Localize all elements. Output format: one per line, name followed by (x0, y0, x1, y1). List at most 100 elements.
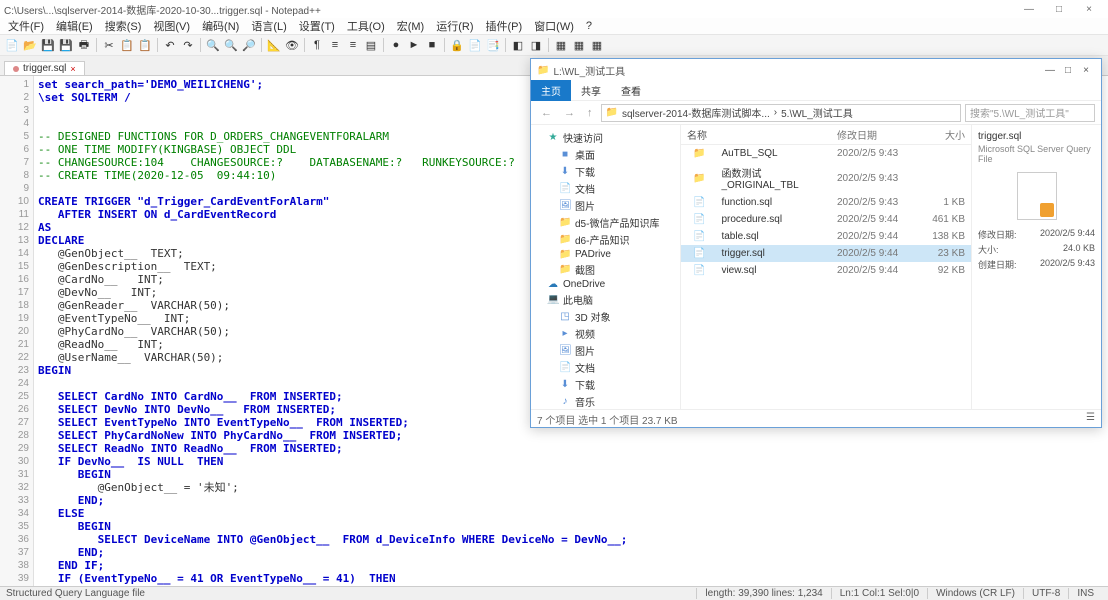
menu-item[interactable]: 插件(P) (480, 18, 529, 34)
toolbar-button-icon[interactable]: 📋 (119, 37, 135, 53)
code-line[interactable]: END IF; (38, 559, 1108, 572)
toolbar-button-icon[interactable]: ✂ (101, 37, 117, 53)
code-line[interactable]: ELSE (38, 507, 1108, 520)
toolbar-button-icon[interactable]: ▤ (363, 37, 379, 53)
column-date[interactable]: 修改日期 (831, 125, 921, 144)
ribbon-tab[interactable]: 查看 (611, 80, 651, 101)
nav-up-icon[interactable]: ↑ (583, 107, 597, 119)
file-list-row[interactable]: 📁函数测试_ORIGINAL_TBL2020/2/5 9:43 (681, 162, 971, 194)
breadcrumb-segment[interactable]: sqlserver-2014-数据库测试脚本... (622, 105, 770, 120)
menu-item[interactable]: 设置(T) (293, 18, 341, 34)
toolbar-button-icon[interactable]: ¶ (309, 37, 325, 53)
menu-item[interactable]: 宏(M) (391, 18, 431, 34)
file-list-row[interactable]: 📄procedure.sql2020/2/5 9:44461 KB (681, 211, 971, 228)
sidebar-tree-item[interactable]: 💻此电脑 (531, 291, 680, 308)
toolbar-button-icon[interactable]: ▦ (571, 37, 587, 53)
toolbar-button-icon[interactable]: ■ (424, 37, 440, 53)
menu-item[interactable]: 编辑(E) (50, 18, 99, 34)
toolbar-button-icon[interactable]: ▦ (553, 37, 569, 53)
menu-item[interactable]: ? (580, 20, 598, 32)
toolbar-button-icon[interactable]: 🔍 (205, 37, 221, 53)
menu-item[interactable]: 运行(R) (430, 18, 479, 34)
sidebar-tree-item[interactable]: ⬇下载 (531, 163, 680, 180)
sidebar-tree-item[interactable]: 🖼图片 (531, 197, 680, 214)
file-list-row[interactable]: 📄view.sql2020/2/5 9:4492 KB (681, 262, 971, 279)
sidebar-tree-item[interactable]: 📁d5-微信产品知识库 (531, 214, 680, 231)
sidebar-tree-item[interactable]: 📄文档 (531, 359, 680, 376)
code-line[interactable]: BEGIN (38, 468, 1108, 481)
toolbar-button-icon[interactable]: 📑 (485, 37, 501, 53)
toolbar-button-icon[interactable]: 📄 (4, 37, 20, 53)
explorer-close-button[interactable]: × (1077, 65, 1095, 76)
menu-item[interactable]: 文件(F) (2, 18, 50, 34)
code-line[interactable]: IF (EventTypeNo__ = 41 OR EventTypeNo__ … (38, 572, 1108, 585)
toolbar-button-icon[interactable]: 📋 (137, 37, 153, 53)
toolbar-button-icon[interactable]: 💾 (40, 37, 56, 53)
maximize-button[interactable]: □ (1050, 4, 1068, 15)
toolbar-button-icon[interactable]: 🔒 (449, 37, 465, 53)
toolbar-button-icon[interactable]: ↷ (180, 37, 196, 53)
toolbar-button-icon[interactable]: 📄 (467, 37, 483, 53)
explorer-minimize-button[interactable]: — (1041, 65, 1059, 76)
toolbar-button-icon[interactable]: 💾 (58, 37, 74, 53)
code-line[interactable]: SELECT ReadNo INTO ReadNo__ FROM INSERTE… (38, 442, 1108, 455)
sidebar-tree-item[interactable]: 📁截图 (531, 261, 680, 278)
toolbar-button-icon[interactable]: 🔍 (223, 37, 239, 53)
ribbon-tab[interactable]: 共享 (571, 80, 611, 101)
sidebar-tree-item[interactable]: ◳3D 对象 (531, 308, 680, 325)
ribbon-tab[interactable]: 主页 (531, 80, 571, 101)
tab-close-icon[interactable]: × (70, 64, 75, 74)
sidebar-tree-item[interactable]: ▸视频 (531, 325, 680, 342)
nav-back-icon[interactable]: ← (537, 107, 556, 119)
sidebar-tree-item[interactable]: 🖼图片 (531, 342, 680, 359)
column-name[interactable]: 名称 (681, 125, 831, 144)
sidebar-tree-item[interactable]: ☁OneDrive (531, 278, 680, 291)
code-line[interactable]: SELECT DeviceName INTO @GenObject__ FROM… (38, 533, 1108, 546)
nav-forward-icon[interactable]: → (560, 107, 579, 119)
toolbar-button-icon[interactable]: ▦ (589, 37, 605, 53)
sidebar-tree-item[interactable]: ♪音乐 (531, 393, 680, 409)
document-tab[interactable]: trigger.sql × (4, 61, 85, 75)
menu-item[interactable]: 工具(O) (341, 18, 391, 34)
menu-item[interactable]: 搜索(S) (99, 18, 148, 34)
toolbar-button-icon[interactable]: 📂 (22, 37, 38, 53)
sidebar-tree-item[interactable]: ★快速访问 (531, 129, 680, 146)
code-line[interactable]: END; (38, 546, 1108, 559)
file-list-row[interactable]: 📄function.sql2020/2/5 9:431 KB (681, 194, 971, 211)
explorer-maximize-button[interactable]: □ (1059, 65, 1077, 76)
toolbar-button-icon[interactable]: 👁 (284, 37, 300, 53)
toolbar-button-icon[interactable]: ≡ (345, 37, 361, 53)
code-line[interactable]: SELECT PhyCardNoNew INTO PhyCardNo__ FRO… (38, 429, 1108, 442)
code-line[interactable]: END; (38, 494, 1108, 507)
menu-item[interactable]: 语言(L) (245, 18, 292, 34)
sidebar-tree-item[interactable]: 📁d6-产品知识 (531, 231, 680, 248)
file-list-row[interactable]: 📄trigger.sql2020/2/5 9:4423 KB (681, 245, 971, 262)
toolbar-button-icon[interactable]: 🖶 (76, 37, 92, 53)
sidebar-tree-item[interactable]: ⬇下载 (531, 376, 680, 393)
menu-item[interactable]: 窗口(W) (528, 18, 580, 34)
breadcrumb-bar[interactable]: 📁sqlserver-2014-数据库测试脚本...›5.\WL_测试工具 (601, 104, 962, 122)
file-list-row[interactable]: 📄table.sql2020/2/5 9:44138 KB (681, 228, 971, 245)
toolbar-button-icon[interactable]: ≡ (327, 37, 343, 53)
toolbar-button-icon[interactable]: 📐 (266, 37, 282, 53)
close-button[interactable]: × (1080, 4, 1098, 15)
column-size[interactable]: 大小 (921, 125, 971, 144)
toolbar-button-icon[interactable]: ● (388, 37, 404, 53)
toolbar-button-icon[interactable]: ↶ (162, 37, 178, 53)
explorer-search-input[interactable]: 搜索"5.\WL_测试工具" (965, 104, 1095, 122)
breadcrumb-segment[interactable]: 5.\WL_测试工具 (781, 105, 853, 120)
minimize-button[interactable]: — (1020, 4, 1038, 15)
sidebar-tree-item[interactable]: 📄文档 (531, 180, 680, 197)
menu-item[interactable]: 视图(V) (147, 18, 196, 34)
code-line[interactable]: @GenObject__ = '未知'; (38, 481, 1108, 494)
sidebar-tree-item[interactable]: 📁PADrive (531, 248, 680, 261)
code-line[interactable]: IF DevNo__ IS NULL THEN (38, 455, 1108, 468)
code-line[interactable]: BEGIN (38, 520, 1108, 533)
toolbar-button-icon[interactable]: 🔎 (241, 37, 257, 53)
toolbar-button-icon[interactable]: ◧ (510, 37, 526, 53)
file-list-row[interactable]: 📁AuTBL_SQL2020/2/5 9:43 (681, 145, 971, 162)
sidebar-tree-item[interactable]: ■桌面 (531, 146, 680, 163)
toolbar-button-icon[interactable]: ◨ (528, 37, 544, 53)
toolbar-button-icon[interactable]: ► (406, 37, 422, 53)
menu-item[interactable]: 编码(N) (196, 18, 245, 34)
